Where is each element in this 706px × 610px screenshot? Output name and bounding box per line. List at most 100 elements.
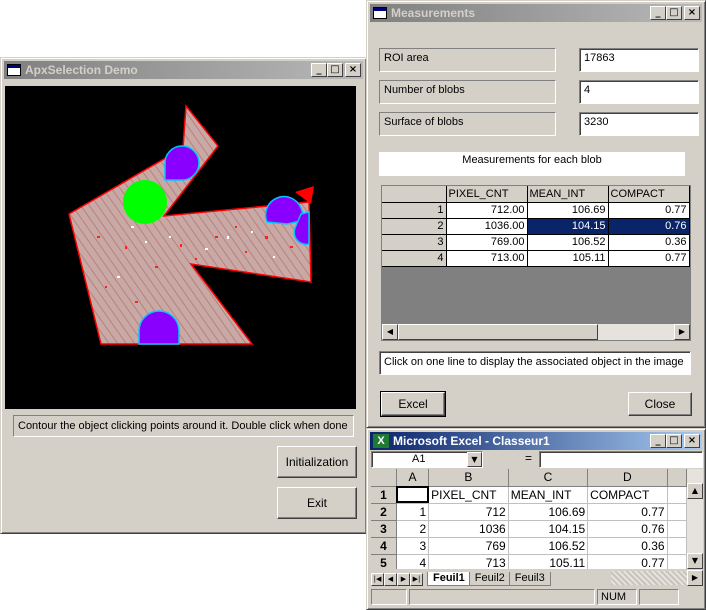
sheet-cell[interactable]: 0.77: [587, 554, 668, 569]
table-row[interactable]: 1 712.00 106.69 0.77: [382, 202, 690, 219]
row-number[interactable]: 5: [371, 554, 397, 569]
sheet-cell[interactable]: 1036: [428, 520, 509, 538]
cell-pixel-cnt[interactable]: 1036.00: [446, 218, 528, 235]
cell-compact[interactable]: 0.77: [608, 202, 690, 219]
sheet-cell[interactable]: [667, 554, 687, 569]
minimize-icon[interactable]: _: [650, 6, 666, 20]
initialization-button[interactable]: Initialization: [277, 446, 357, 478]
sheet-cell[interactable]: 3: [396, 537, 430, 555]
tab-feuil2[interactable]: Feuil2: [468, 572, 511, 586]
blob-purple-4[interactable]: [138, 310, 180, 345]
segmented-image[interactable]: [5, 86, 356, 409]
tab-feuil3[interactable]: Feuil3: [508, 572, 551, 586]
sheet-cell[interactable]: MEAN_INT: [508, 486, 589, 504]
sheet-cell[interactable]: 1: [396, 503, 430, 521]
row-number[interactable]: 3: [371, 520, 397, 538]
table-row-selected[interactable]: 2 1036.00 104.15 0.76: [382, 218, 690, 235]
column-header[interactable]: COMPACT: [608, 186, 690, 203]
row-number[interactable]: 4: [371, 537, 397, 555]
sheet-cell[interactable]: 2: [396, 520, 430, 538]
column-header[interactable]: MEAN_INT: [527, 186, 609, 203]
sheet-cell[interactable]: 106.52: [508, 537, 589, 555]
excel-titlebar[interactable]: X Microsoft Excel - Classeur1 _ □ ×: [370, 432, 702, 450]
sheet-cell-a1[interactable]: [396, 486, 430, 504]
sheet-hscroll-track[interactable]: [611, 571, 687, 585]
name-box[interactable]: A1 ▼: [371, 451, 483, 468]
meas-titlebar[interactable]: Measurements _ □ ×: [370, 4, 702, 22]
excel-button[interactable]: Excel: [380, 391, 446, 417]
sheet-cell[interactable]: [667, 520, 687, 538]
row-header[interactable]: 1: [382, 202, 447, 219]
blob-grid[interactable]: PIXEL_CNT MEAN_INT COMPACT 1 712.00 106.…: [381, 185, 691, 341]
surface-of-blobs-value[interactable]: 3230: [579, 112, 699, 136]
number-of-blobs-value[interactable]: 4: [579, 80, 699, 104]
formula-equals[interactable]: =: [525, 451, 532, 465]
sheet-cell[interactable]: 104.15: [508, 520, 589, 538]
maximize-icon[interactable]: □: [666, 434, 682, 448]
select-all-corner[interactable]: [371, 469, 397, 487]
sheet-row[interactable]: 4 3 769 106.52 0.36: [371, 537, 687, 555]
sheet-cell[interactable]: 0.77: [587, 503, 668, 521]
sheet-row[interactable]: 1 PIXEL_CNT MEAN_INT COMPACT: [371, 486, 687, 504]
sheet-cell[interactable]: 105.11: [508, 554, 589, 569]
table-row[interactable]: 4 713.00 105.11 0.77: [382, 250, 690, 267]
sheet-cell[interactable]: COMPACT: [587, 486, 668, 504]
minimize-icon[interactable]: _: [650, 434, 666, 448]
row-number[interactable]: 2: [371, 503, 397, 521]
sheet-row[interactable]: 2 1 712 106.69 0.77: [371, 503, 687, 521]
sheet-cell[interactable]: 0.36: [587, 537, 668, 555]
cell-compact[interactable]: 0.36: [608, 234, 690, 251]
scroll-left-icon[interactable]: ◀: [382, 324, 398, 340]
cell-pixel-cnt[interactable]: 712.00: [446, 202, 528, 219]
formula-input[interactable]: [539, 451, 703, 468]
sheet-cell[interactable]: [667, 503, 687, 521]
column-header[interactable]: B: [428, 469, 509, 487]
exit-button[interactable]: Exit: [277, 487, 357, 519]
tab-prev-icon[interactable]: ◀: [384, 573, 397, 586]
close-icon[interactable]: ×: [345, 63, 361, 77]
cell-mean-int[interactable]: 105.11: [527, 250, 609, 267]
sheet-cell[interactable]: [667, 486, 687, 504]
sheet-vertical-scrollbar[interactable]: ▲ ▼: [687, 469, 703, 569]
sheet-cell[interactable]: 712: [428, 503, 509, 521]
column-header[interactable]: A: [396, 469, 430, 487]
roi-area-value[interactable]: 17863: [579, 48, 699, 72]
column-header[interactable]: D: [587, 469, 668, 487]
maximize-icon[interactable]: □: [666, 6, 682, 20]
sheet-cell[interactable]: PIXEL_CNT: [428, 486, 509, 504]
hscroll-right-icon[interactable]: ▶: [687, 570, 703, 586]
grid-horizontal-scrollbar[interactable]: ◀ ▶: [382, 324, 690, 340]
sheet-cell[interactable]: 106.69: [508, 503, 589, 521]
scroll-right-icon[interactable]: ▶: [674, 324, 690, 340]
close-icon[interactable]: ×: [684, 434, 700, 448]
cell-pixel-cnt[interactable]: 713.00: [446, 250, 528, 267]
cell-compact[interactable]: 0.77: [608, 250, 690, 267]
sheet-cell[interactable]: 0.76: [587, 520, 668, 538]
spreadsheet-grid[interactable]: A B C D 1 PIXEL_CNT MEAN_INT COMPACT 2 1…: [371, 469, 687, 569]
cell-mean-int[interactable]: 104.15: [527, 218, 609, 235]
sheet-row[interactable]: 5 4 713 105.11 0.77: [371, 554, 687, 569]
cell-mean-int[interactable]: 106.52: [527, 234, 609, 251]
sheet-cell[interactable]: 713: [428, 554, 509, 569]
column-header[interactable]: PIXEL_CNT: [446, 186, 528, 203]
minimize-icon[interactable]: _: [311, 63, 327, 77]
blob-green[interactable]: [123, 180, 167, 224]
sheet-cell[interactable]: 4: [396, 554, 430, 569]
cell-pixel-cnt[interactable]: 769.00: [446, 234, 528, 251]
tab-last-icon[interactable]: ▶|: [410, 573, 423, 586]
sheet-cell[interactable]: [667, 537, 687, 555]
row-header[interactable]: 4: [382, 250, 447, 267]
blob-purple-1[interactable]: [164, 145, 200, 181]
chevron-down-icon[interactable]: ▼: [467, 452, 482, 467]
scroll-up-icon[interactable]: ▲: [687, 483, 703, 499]
column-header-partial[interactable]: [667, 469, 687, 487]
row-number[interactable]: 1: [371, 486, 397, 504]
image-canvas[interactable]: [5, 86, 356, 409]
cell-compact[interactable]: 0.76: [608, 218, 690, 235]
close-button[interactable]: Close: [628, 392, 692, 416]
tab-first-icon[interactable]: |◀: [371, 573, 384, 586]
sheet-row[interactable]: 3 2 1036 104.15 0.76: [371, 520, 687, 538]
sheet-cell[interactable]: 769: [428, 537, 509, 555]
tab-next-icon[interactable]: ▶: [397, 573, 410, 586]
cell-mean-int[interactable]: 106.69: [527, 202, 609, 219]
